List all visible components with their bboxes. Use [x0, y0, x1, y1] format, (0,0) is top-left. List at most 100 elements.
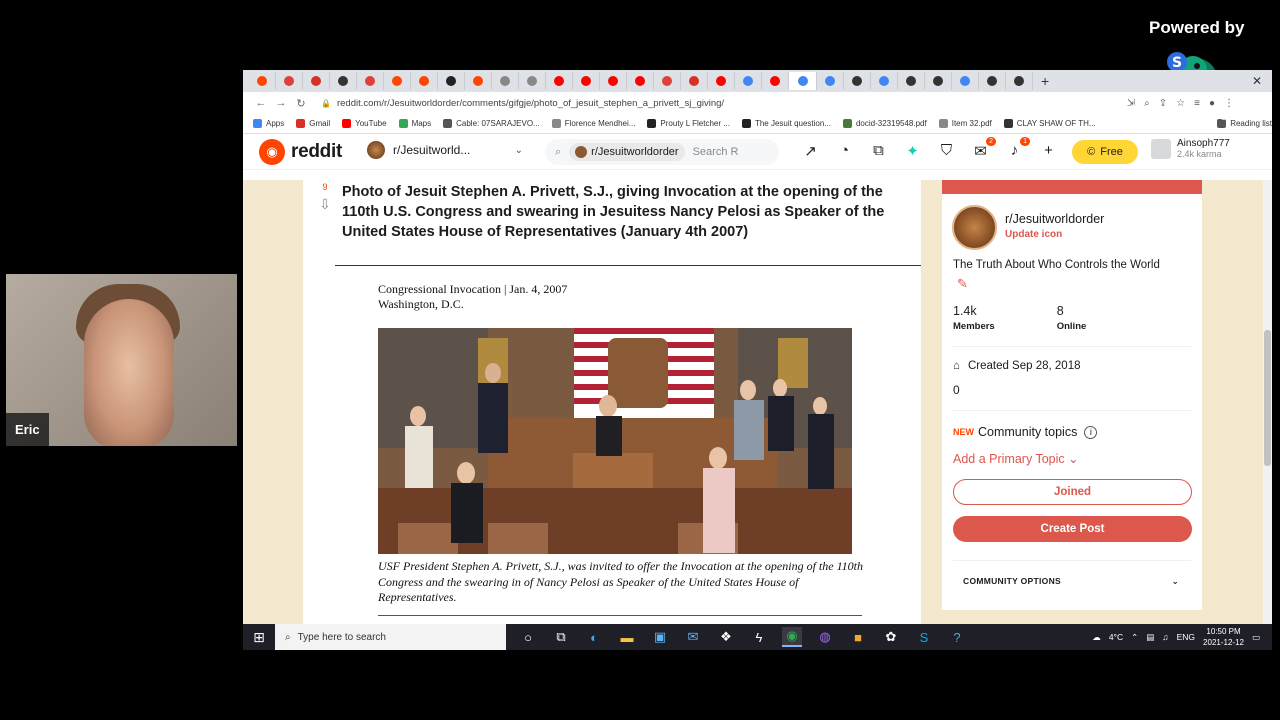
messenger-icon[interactable]: ◍ [815, 627, 835, 647]
create-post-button[interactable]: Create Post [953, 516, 1192, 542]
chat-icon[interactable]: ✉ 2 [971, 137, 996, 160]
reddit-wordmark[interactable]: reddit [291, 141, 342, 163]
task-view-icon[interactable]: ⧉ [551, 627, 571, 647]
browser-tab[interactable] [654, 72, 681, 90]
help-icon[interactable]: ? [947, 627, 967, 647]
windows-start-icon[interactable]: ⊞ [243, 629, 275, 646]
reddit-logo-icon[interactable]: ◉ [259, 138, 285, 165]
browser-tab[interactable] [357, 72, 384, 90]
bell-icon[interactable]: ♪ 1 [1005, 137, 1030, 160]
browser-tab[interactable] [627, 72, 654, 90]
chrome-icon[interactable]: ◉ [782, 627, 802, 647]
skype-icon[interactable]: S [914, 627, 934, 647]
page-scrollbar[interactable] [1263, 180, 1272, 624]
browser-tab[interactable] [573, 72, 600, 90]
browser-tab[interactable] [276, 72, 303, 90]
feather-icon[interactable]: ✦ [903, 142, 922, 160]
paint-icon[interactable]: ✿ [881, 627, 901, 647]
cortana-icon[interactable]: ○ [518, 627, 538, 647]
scrollbar-thumb[interactable] [1264, 330, 1271, 466]
bookmark-item[interactable]: Florence Mendhei... [551, 119, 635, 128]
browser-tab[interactable] [708, 72, 735, 90]
edge-icon[interactable]: ◐ [584, 627, 604, 647]
browser-tab[interactable] [925, 72, 952, 90]
orange-app-icon[interactable]: ■ [848, 627, 868, 647]
chevron-up-icon[interactable]: ⌃ [1131, 632, 1138, 643]
taskbar-search-input[interactable]: Type here to search [298, 632, 386, 643]
store-icon[interactable]: ▣ [650, 627, 670, 647]
user-menu[interactable]: Ainsoph777 2.4k karma [1151, 138, 1230, 159]
bookmark-item[interactable]: Cable: 07SARAJEVO... [443, 119, 540, 128]
language-indicator[interactable]: ENG [1177, 632, 1195, 642]
browser-tab[interactable] [681, 72, 708, 90]
temperature[interactable]: 4°C [1109, 632, 1123, 642]
mail-icon[interactable]: ✉ [683, 627, 703, 647]
file-explorer-icon[interactable]: ▬ [617, 627, 637, 647]
bookmark-item[interactable]: docid-32319548.pdf [842, 119, 927, 128]
browser-tab[interactable] [844, 72, 871, 90]
community-options-toggle[interactable]: COMMUNITY OPTIONS ⌄ [963, 576, 1179, 587]
weather-icon[interactable]: ☁ [1092, 632, 1101, 643]
browser-tab[interactable] [519, 72, 546, 90]
browser-tab[interactable] [952, 72, 979, 90]
pencil-icon[interactable]: ✎ [957, 276, 968, 292]
bookmark-item[interactable]: Maps [398, 119, 431, 128]
congress-photo[interactable] [378, 328, 852, 554]
search-scope-pill[interactable]: r/Jesuitworldorder [569, 143, 685, 161]
coins-icon[interactable]: ⧉ [869, 142, 888, 160]
bolt-icon[interactable]: ϟ [749, 627, 769, 647]
back-icon[interactable]: ← [251, 97, 271, 109]
forward-icon[interactable]: → [271, 97, 291, 109]
browser-tab[interactable] [898, 72, 925, 90]
browser-tab[interactable] [789, 72, 817, 90]
new-tab-button[interactable]: + [1041, 73, 1049, 89]
browser-tab[interactable] [249, 72, 276, 90]
browser-tab[interactable] [465, 72, 492, 90]
browser-tab[interactable] [492, 72, 519, 90]
all-icon[interactable]: ◔ [835, 142, 854, 160]
search-input[interactable]: Search R [693, 146, 739, 158]
network-icon[interactable]: ▤ [1146, 632, 1154, 643]
browser-tab[interactable] [438, 72, 465, 90]
popular-icon[interactable]: ↗ [801, 142, 820, 160]
browser-tab[interactable] [303, 72, 330, 90]
url-field[interactable]: 🔒 reddit.com/r/Jesuitworldorder/comments/… [321, 98, 1127, 109]
plus-icon[interactable]: + [1039, 142, 1058, 160]
reload-icon[interactable]: ↻ [291, 97, 311, 110]
update-icon-link[interactable]: Update icon [1005, 229, 1104, 240]
taskbar-search[interactable]: ⌕ Type here to search [275, 624, 506, 650]
joined-button[interactable]: Joined [953, 479, 1192, 505]
notifications-icon[interactable]: ▭ [1252, 632, 1260, 643]
browser-tab[interactable] [411, 72, 438, 90]
volume-icon[interactable]: ♫ [1162, 632, 1168, 642]
browser-tab[interactable] [817, 72, 844, 90]
bookmark-item[interactable]: CLAY SHAW OF TH... [1003, 119, 1096, 128]
subreddit-selector[interactable]: r/Jesuitworld... ⌄ [367, 141, 523, 159]
browser-tab[interactable] [600, 72, 627, 90]
browser-tab[interactable] [735, 72, 762, 90]
bookmark-item[interactable]: Gmail [296, 119, 330, 128]
window-close-button[interactable]: ✕ [1252, 74, 1262, 88]
browser-tab[interactable] [1006, 72, 1033, 90]
shield-icon[interactable]: ⛉ [937, 142, 956, 160]
bookmark-item[interactable]: Apps [253, 119, 284, 128]
free-button[interactable]: © Free [1072, 140, 1138, 164]
info-icon[interactable]: i [1084, 425, 1098, 439]
browser-tab[interactable] [330, 72, 357, 90]
community-icon[interactable] [952, 205, 997, 250]
community-name[interactable]: r/Jesuitworldorder [1005, 212, 1104, 226]
search-box[interactable]: ⌕ r/Jesuitworldorder Search R [545, 139, 779, 165]
bookmark-item[interactable]: Item 32.pdf [938, 119, 992, 128]
dropbox-icon[interactable]: ❖ [716, 627, 736, 647]
browser-tab[interactable] [546, 72, 573, 90]
browser-tab[interactable] [384, 72, 411, 90]
browser-tab[interactable] [762, 72, 789, 90]
bookmark-item[interactable]: Prouty L Fletcher ... [647, 119, 730, 128]
bookmark-item[interactable]: YouTube [342, 119, 387, 128]
clock[interactable]: 10:50 PM 2021-12-12 [1203, 626, 1244, 648]
downvote-icon[interactable]: ⇩ [315, 196, 335, 213]
bookmark-item[interactable]: The Jesuit question... [741, 119, 831, 128]
add-primary-topic[interactable]: Add a Primary Topic ⌄ [953, 451, 1079, 466]
browser-tab[interactable] [979, 72, 1006, 90]
browser-tab[interactable] [871, 72, 898, 90]
